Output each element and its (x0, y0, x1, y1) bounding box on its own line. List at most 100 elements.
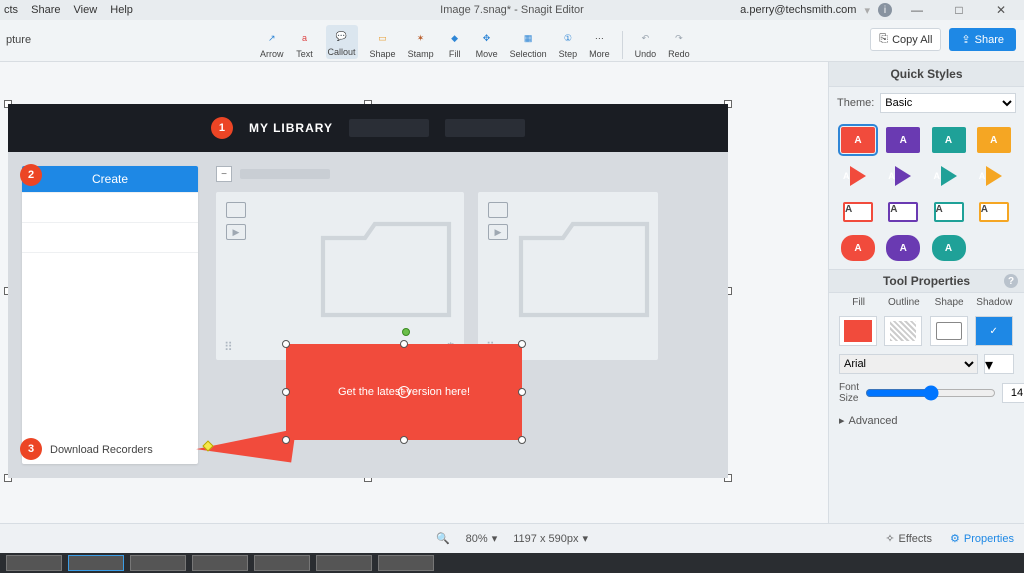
callout-icon: 💬 (333, 27, 351, 45)
properties-button[interactable]: ⚙Properties (950, 532, 1014, 545)
shadow-toggle[interactable]: ✓ (975, 316, 1013, 346)
callout-box[interactable]: Get the latest version here! + (286, 344, 522, 440)
tool-arrow[interactable]: ↗Arrow (260, 29, 284, 59)
step-icon: ① (559, 29, 577, 47)
outline-swatch[interactable] (884, 316, 922, 346)
style-swatch[interactable]: A (886, 127, 920, 153)
folder-icon (226, 202, 246, 218)
style-swatch-box[interactable]: A (977, 199, 1011, 225)
fontsize-value[interactable] (1002, 383, 1024, 403)
fontsize-slider[interactable] (865, 383, 996, 403)
copy-all-button[interactable]: ⎘Copy All (870, 28, 941, 51)
style-swatch-arrow[interactable]: A (886, 163, 920, 189)
style-swatch[interactable]: A (932, 127, 966, 153)
drag-icon[interactable]: ⠿ (224, 340, 233, 354)
folder-card[interactable]: ▶ ⠿⚙ (216, 192, 464, 360)
menu-item[interactable]: Help (110, 4, 133, 16)
step-badge-3: 3 (20, 438, 42, 460)
tool-stamp[interactable]: ✶Stamp (408, 29, 434, 59)
style-swatch[interactable]: A (841, 127, 875, 153)
canvas-area[interactable]: 1 MY LIBRARY 2 Create (0, 62, 828, 523)
list-item[interactable] (22, 252, 198, 282)
tool-text[interactable]: aText (296, 29, 314, 59)
object-handle[interactable] (518, 436, 526, 444)
style-swatch-pill[interactable]: A (886, 235, 920, 261)
tool-step[interactable]: ①Step (559, 29, 578, 59)
text-icon: a (296, 29, 314, 47)
thumbnail[interactable] (316, 555, 372, 571)
help-icon[interactable]: ? (1004, 274, 1018, 288)
header-placeholder (349, 119, 429, 137)
font-select[interactable]: Arial (839, 354, 978, 374)
style-swatch-pill[interactable]: A (932, 235, 966, 261)
gear-icon: ⚙ (950, 532, 960, 545)
fill-icon: ◆ (446, 29, 464, 47)
menu-item[interactable]: View (74, 4, 98, 16)
fill-swatch[interactable] (839, 316, 877, 346)
object-handle[interactable] (282, 388, 290, 396)
maximize-button[interactable]: □ (942, 1, 976, 19)
search-icon[interactable]: 🔍 (436, 532, 450, 545)
style-swatch[interactable]: A (977, 127, 1011, 153)
thumbnail[interactable] (130, 555, 186, 571)
thumbnail-tray[interactable] (0, 553, 1024, 573)
font-color[interactable]: ▾ (984, 354, 1014, 374)
style-swatch-arrow[interactable]: A (932, 163, 966, 189)
tool-shape[interactable]: ▭Shape (370, 29, 396, 59)
close-button[interactable]: ✕ (984, 1, 1018, 19)
header-placeholder (445, 119, 525, 137)
thumbnail[interactable] (68, 555, 124, 571)
collapse-toggle[interactable]: − (216, 166, 232, 182)
thumbnail[interactable] (192, 555, 248, 571)
share-button[interactable]: ⇪Share (949, 28, 1016, 51)
folder-card[interactable]: ▶ ⠿ (478, 192, 658, 360)
theme-select[interactable]: Basic (880, 93, 1016, 113)
library-header: 1 MY LIBRARY (8, 104, 728, 152)
shape-swatch[interactable] (930, 316, 968, 346)
rotation-handle[interactable] (402, 328, 410, 336)
user-email[interactable]: a.perry@techsmith.com (740, 4, 856, 16)
zoom-level[interactable]: 80% ▾ (466, 532, 498, 545)
tool-undo[interactable]: ↶Undo (635, 29, 657, 59)
style-swatch-box[interactable]: A (841, 199, 875, 225)
tool-fill[interactable]: ◆Fill (446, 29, 464, 59)
download-recorders[interactable]: 3 Download Recorders (22, 436, 198, 464)
theme-label: Theme: (837, 97, 874, 109)
style-swatch-box[interactable]: A (886, 199, 920, 225)
canvas-dimensions[interactable]: 1197 x 590px ▾ (513, 532, 588, 545)
thumbnail[interactable] (254, 555, 310, 571)
create-button[interactable]: 2 Create (22, 166, 198, 192)
menu-item[interactable]: Share (31, 4, 60, 16)
list-item[interactable] (22, 222, 198, 252)
list-item[interactable] (22, 192, 198, 222)
minimize-button[interactable]: — (900, 1, 934, 19)
object-handle[interactable] (400, 436, 408, 444)
thumbnail[interactable] (378, 555, 434, 571)
style-swatch-box[interactable]: A (932, 199, 966, 225)
copy-icon: ⎘ (879, 33, 888, 46)
advanced-toggle[interactable]: ▸ Advanced (829, 408, 1024, 433)
prop-label: Fill (839, 297, 878, 308)
object-handle[interactable] (400, 340, 408, 348)
tool-callout[interactable]: 💬Callout (326, 25, 358, 59)
tool-selection[interactable]: ▦Selection (510, 29, 547, 59)
style-swatch-arrow[interactable]: A (977, 163, 1011, 189)
info-icon[interactable]: i (878, 3, 892, 17)
object-handle[interactable] (282, 340, 290, 348)
move-icon: ✥ (478, 29, 496, 47)
capture-label[interactable]: pture (6, 34, 31, 46)
menu-item[interactable]: cts (4, 4, 18, 16)
style-swatch-arrow[interactable]: A (841, 163, 875, 189)
effects-button[interactable]: ✧Effects (885, 532, 932, 545)
style-swatch-pill[interactable]: A (841, 235, 875, 261)
library-title: MY LIBRARY (249, 121, 333, 135)
object-handle[interactable] (282, 436, 290, 444)
toolbar: pture ↗Arrow aText 💬Callout ▭Shape ✶Stam… (0, 20, 1024, 62)
thumbnail[interactable] (6, 555, 62, 571)
object-handle[interactable] (518, 388, 526, 396)
tool-more[interactable]: ⋯More (589, 29, 610, 59)
tool-move[interactable]: ✥Move (476, 29, 498, 59)
tool-redo[interactable]: ↷Redo (668, 29, 690, 59)
dropdown-icon[interactable]: ▾ (864, 4, 870, 17)
object-handle[interactable] (518, 340, 526, 348)
